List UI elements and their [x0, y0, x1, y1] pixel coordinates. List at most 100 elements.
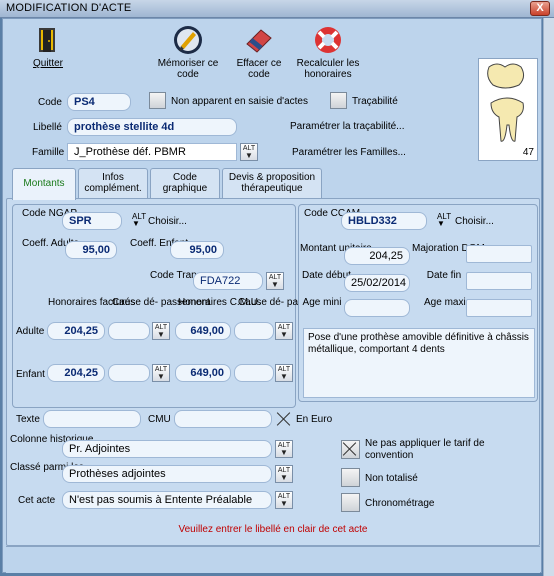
coeff-enfant-label: Coeff. Enfant — [130, 238, 189, 249]
texte-label: Texte — [16, 414, 40, 425]
ngap-alt-icon[interactable]: ALT ▼ — [132, 213, 146, 228]
ccam-code-label: Code CCAM — [304, 208, 361, 219]
transpo-field[interactable]: FDA722 — [193, 272, 263, 290]
transpo-label: Code Transpo — [150, 270, 213, 281]
col-cause-cmu: Cause dé- pas. CMU — [238, 297, 332, 308]
cmu-field[interactable] — [174, 410, 272, 428]
coeff-adulte-label: Coeff. Adulte — [22, 238, 80, 249]
enfant-cause-cmu-dropdown[interactable]: ALT ▼ — [275, 364, 293, 382]
tab-devis[interactable]: Devis & proposition thérapeutique — [222, 168, 322, 198]
date-fin-field[interactable] — [466, 272, 532, 290]
col-hon-fact: Honoraires facturés — [48, 297, 136, 308]
tab-montants[interactable]: Montants — [12, 168, 76, 200]
quit-button[interactable]: Quitter — [18, 24, 78, 69]
memorize-label: Mémoriser ce code — [157, 58, 219, 80]
door-exit-icon — [31, 24, 65, 56]
eraser-icon — [242, 24, 276, 56]
adulte-hon-field[interactable]: 204,25 — [47, 322, 105, 340]
texte-field[interactable] — [43, 410, 141, 428]
adulte-label: Adulte — [16, 326, 45, 337]
coeff-enfant-field[interactable]: 95,00 — [170, 241, 224, 259]
majoration-label: Majoration DOM — [412, 243, 485, 254]
non-apparent-checkbox[interactable] — [149, 92, 166, 109]
ngap-choisir-link[interactable]: Choisir... — [148, 216, 187, 227]
erase-label: Effacer ce code — [236, 58, 282, 80]
classe-dropdown[interactable]: ALT ▼ — [275, 465, 293, 483]
memorize-button[interactable]: Mémoriser ce code — [153, 24, 223, 80]
date-debut-field[interactable]: 25/02/2014 — [344, 274, 410, 292]
date-fin-label: Date fin — [426, 270, 462, 281]
age-maxi-label: Age maxi — [424, 297, 466, 308]
adulte-cause-field[interactable] — [108, 322, 150, 340]
transpo-dropdown[interactable]: ALT ▼ — [266, 272, 284, 290]
tooth-image: 47 — [478, 58, 538, 161]
param-familles-link[interactable]: Paramétrer les Familles... — [292, 147, 406, 158]
age-maxi-field[interactable] — [466, 299, 532, 317]
cet-acte-dropdown[interactable]: ALT ▼ — [275, 491, 293, 509]
chronometrage-label: Chronométrage — [365, 498, 435, 509]
adulte-cause-dropdown[interactable]: ALT ▼ — [152, 322, 170, 340]
footer-area — [6, 546, 540, 573]
scrollbar[interactable] — [543, 18, 554, 576]
erase-button[interactable]: Effacer ce code — [229, 24, 289, 80]
en-euro-checkbox[interactable] — [275, 410, 292, 427]
non-totalise-label: Non totalisé — [365, 473, 418, 484]
ccam-alt-icon[interactable]: ALT ▼ — [437, 213, 451, 228]
tracabilite-label: Traçabilité — [352, 96, 398, 107]
cmu-label: CMU — [148, 414, 171, 425]
montant-label: Montant unitaire — [300, 243, 372, 254]
chronometrage-checkbox[interactable] — [341, 493, 360, 512]
close-button[interactable]: X — [530, 1, 550, 16]
age-mini-label: Age mini — [302, 297, 342, 308]
enfant-cmu-field[interactable]: 649,00 — [175, 364, 231, 382]
enfant-cause-cmu-field[interactable] — [234, 364, 274, 382]
save-code-icon — [171, 24, 205, 56]
age-mini-field[interactable] — [344, 299, 410, 317]
param-tracabilite-link[interactable]: Paramétrer la traçabilité... — [290, 121, 405, 132]
tab-infos[interactable]: Infos complément. — [78, 168, 148, 198]
window-title: MODIFICATION D'ACTE — [6, 2, 132, 14]
famille-label: Famille — [32, 147, 65, 158]
libelle-field[interactable]: prothèse stellite 4d — [67, 118, 237, 136]
classe-label: Classé parmi les — [10, 462, 84, 473]
colonne-dropdown[interactable]: ALT ▼ — [275, 440, 293, 458]
majoration-field[interactable] — [466, 245, 532, 263]
ngap-code-field[interactable]: SPR — [62, 212, 122, 230]
tab-code-graphique[interactable]: Code graphique — [150, 168, 220, 198]
colonne-field[interactable]: Pr. Adjointes — [62, 440, 272, 458]
montant-field[interactable]: 204,25 — [344, 247, 410, 265]
quit-label: Quitter — [32, 58, 63, 69]
recalc-button[interactable]: Recalculer les honoraires — [290, 24, 366, 80]
ne-pas-appliquer-checkbox[interactable] — [341, 440, 360, 459]
colonne-label: Colonne historique — [10, 434, 94, 445]
famille-dropdown[interactable]: ALT ▼ — [240, 143, 258, 161]
non-apparent-label: Non apparent en saisie d'actes — [171, 96, 308, 107]
status-message: Veuillez entrer le libellé en clair de c… — [178, 524, 368, 535]
date-debut-label: Date début — [302, 270, 351, 281]
enfant-cause-dropdown[interactable]: ALT ▼ — [152, 364, 170, 382]
coeff-adulte-field[interactable]: 95,00 — [65, 241, 117, 259]
non-totalise-checkbox[interactable] — [341, 468, 360, 487]
famille-field[interactable]: J_Prothèse déf. PBMR — [67, 143, 237, 161]
enfant-label: Enfant — [16, 369, 45, 380]
code-label: Code — [38, 97, 62, 108]
cet-acte-field[interactable]: N'est pas soumis à Entente Préalable — [62, 491, 272, 509]
ccam-choisir-link[interactable]: Choisir... — [455, 216, 494, 227]
adulte-cause-cmu-dropdown[interactable]: ALT ▼ — [275, 322, 293, 340]
classe-field[interactable]: Prothèses adjointes — [62, 465, 272, 483]
tooth-icon — [487, 63, 525, 142]
enfant-cause-field[interactable] — [108, 364, 150, 382]
code-field[interactable]: PS4 — [67, 93, 131, 111]
col-hon-cmu: Honoraires C.M.U. — [178, 297, 261, 308]
title-bar: MODIFICATION D'ACTE — [0, 0, 554, 18]
ne-pas-appliquer-label: Ne pas appliquer le tarif de convention — [365, 438, 485, 461]
ccam-code-field[interactable]: HBLD332 — [341, 212, 427, 230]
adulte-cmu-field[interactable]: 649,00 — [175, 322, 231, 340]
en-euro-label: En Euro — [296, 414, 333, 425]
tracabilite-checkbox[interactable] — [330, 92, 347, 109]
ccam-description[interactable]: Pose d'une prothèse amovible définitive … — [303, 328, 535, 398]
ngap-code-label: Code NGAP — [22, 208, 78, 219]
libelle-label: Libellé — [33, 122, 62, 133]
enfant-hon-field[interactable]: 204,25 — [47, 364, 105, 382]
adulte-cause-cmu-field[interactable] — [234, 322, 274, 340]
